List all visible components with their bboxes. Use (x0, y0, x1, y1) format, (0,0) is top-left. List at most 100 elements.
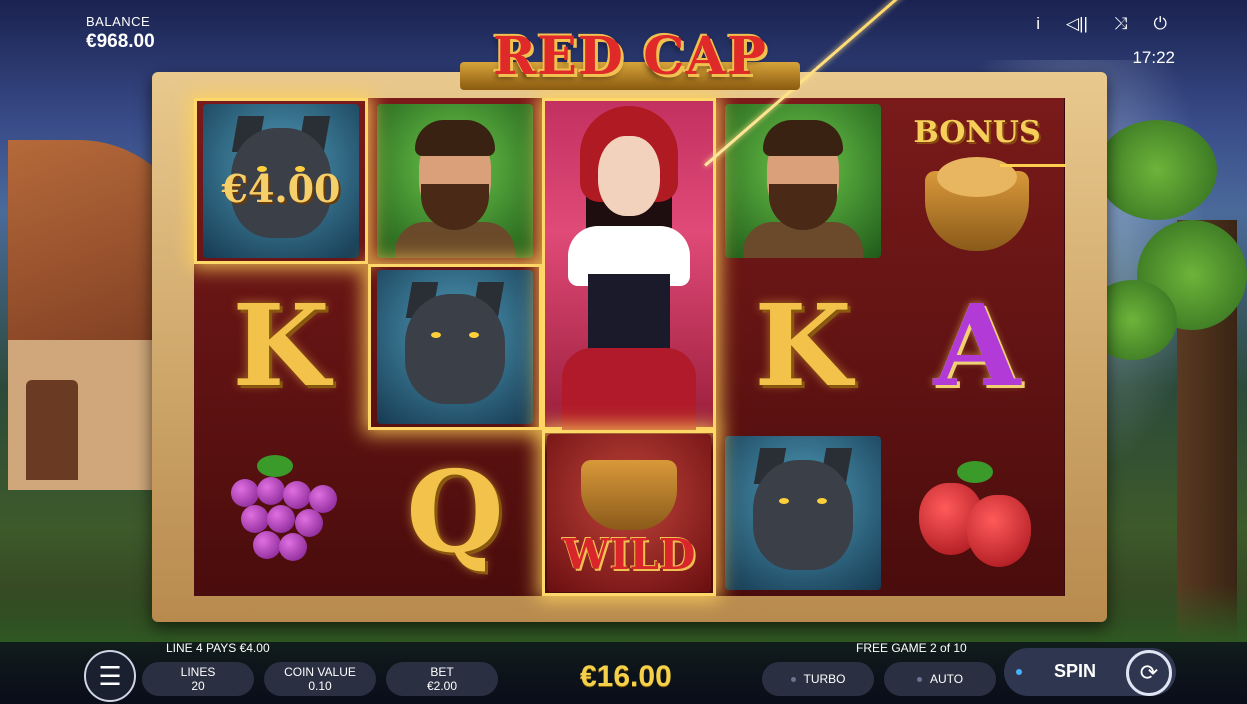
wild-basket (581, 460, 677, 530)
woodsman-hair (763, 120, 843, 156)
spin-label: SPIN (1054, 661, 1097, 681)
grape (231, 479, 259, 507)
game-stage: RED CAP BALANCE €968.00 i ◁|| ⤨ ⏻ 17:22 (0, 0, 1247, 704)
turbo-toggle[interactable]: TURBO (762, 662, 874, 696)
auto-label: AUTO (929, 672, 964, 686)
reel-4-symbol-wolf (716, 430, 890, 596)
reel-area: €4.00 K Q WILD K BONUS A (194, 98, 1065, 596)
reel-3-symbol-wild: WILD (542, 430, 716, 596)
k-symbol: K (754, 281, 852, 412)
grape (267, 505, 295, 533)
coin-value-label: COIN VALUE (284, 665, 356, 679)
wolf-symbol (377, 270, 533, 424)
bet-selector[interactable]: BET €2.00 (386, 662, 498, 696)
grape (241, 505, 269, 533)
woodsman-symbol (377, 104, 533, 258)
grape (257, 477, 285, 505)
grape-leaf (257, 455, 293, 477)
game-logo: RED CAP (460, 18, 800, 98)
hamburger-icon: ☰ (98, 660, 122, 691)
reel-1-symbol-wolf: €4.00 (194, 98, 368, 264)
reel-2-symbol-woodsman (368, 98, 542, 264)
turbo-label: TURBO (803, 672, 846, 686)
line-win-message: LINE 4 PAYS €4.00 (166, 641, 270, 655)
lines-selector[interactable]: LINES 20 (142, 662, 254, 696)
q-symbol: Q (406, 447, 504, 578)
k-symbol: K (232, 281, 330, 412)
info-icon[interactable]: i (1036, 14, 1040, 34)
grapes-symbol (211, 443, 351, 583)
auto-indicator (916, 676, 922, 682)
coin-value-value: 0.10 (308, 679, 332, 693)
strawberries-symbol (907, 443, 1047, 583)
reel-1-symbol-k: K (194, 264, 368, 430)
free-game-counter: FREE GAME 2 of 10 (856, 641, 967, 655)
grape (295, 509, 323, 537)
total-win: €16.00 (580, 660, 672, 693)
tree-foliage (1097, 120, 1217, 220)
coin-value-selector[interactable]: COIN VALUE 0.10 (264, 662, 376, 696)
cottage-door (26, 380, 78, 480)
bonus-label: BONUS (913, 115, 1041, 150)
spin-icon[interactable]: ⟳ (1126, 650, 1172, 696)
grape (253, 531, 281, 559)
bonus-bread (937, 157, 1017, 197)
reel-5: BONUS A (890, 98, 1065, 596)
reel-5-symbol-a: A (890, 264, 1064, 430)
wolf-eye (779, 498, 789, 504)
reel-2-symbol-wolf (368, 264, 542, 430)
woodsman-hair (415, 120, 495, 156)
wild-label: WILD (562, 530, 696, 579)
wolf-eye (817, 498, 827, 504)
symbol-win-amount: €4.00 (221, 166, 341, 211)
reel-5-symbol-bonus: BONUS (890, 98, 1064, 264)
background-tree (1087, 40, 1247, 680)
reel-2-symbol-q: Q (368, 430, 542, 596)
wolf-face (753, 460, 853, 570)
reel-2: Q (368, 98, 543, 596)
top-toolbar: i ◁|| ⤨ ⏻ (1036, 14, 1167, 34)
strawberry-leaf (957, 461, 993, 483)
girl-corset (588, 274, 670, 354)
lines-value: 20 (191, 679, 205, 693)
balance-value: €968.00 (86, 31, 155, 52)
balance-label: BALANCE (86, 14, 151, 29)
lines-label: LINES (180, 665, 216, 679)
wolf-face (405, 294, 505, 404)
reel-4-symbol-woodsman (716, 98, 890, 264)
wolf-eye (431, 332, 441, 338)
reel-1: €4.00 K (194, 98, 369, 596)
wild-symbol: WILD (547, 434, 711, 592)
logo-title: RED CAP (493, 26, 767, 87)
wolf-symbol: €4.00 (203, 104, 359, 258)
reel-4-symbol-k: K (716, 264, 890, 430)
a-symbol: A (933, 281, 1021, 412)
reel-frame: €4.00 K Q WILD K BONUS A (152, 72, 1107, 622)
clock: 17:22 (1132, 48, 1175, 67)
reel-1-symbol-grapes (194, 430, 368, 596)
fullscreen-icon[interactable]: ⤨ (1114, 14, 1128, 34)
spin-button[interactable]: SPIN ⟳ (1004, 648, 1176, 696)
auto-toggle[interactable]: AUTO (884, 662, 996, 696)
winning-payline-end (1000, 164, 1066, 167)
girl-skirt (562, 348, 696, 430)
girl-face (598, 136, 660, 216)
reel-5-symbol-strawberries (890, 430, 1064, 596)
wolf-eye (469, 332, 479, 338)
grape (279, 533, 307, 561)
balance-display: BALANCE €968.00 (86, 14, 155, 53)
power-icon[interactable]: ⏻ (1154, 14, 1167, 34)
strawberry (967, 495, 1031, 567)
red-cap-girl-symbol (542, 98, 716, 430)
bet-label: BET (430, 665, 454, 679)
menu-button[interactable]: ☰ (84, 650, 136, 702)
reel-4: K (716, 98, 891, 596)
wolf-symbol (725, 436, 881, 590)
spin-arrow: ⟳ (1139, 660, 1159, 685)
spin-indicator (1016, 669, 1022, 675)
reel-3: WILD (542, 98, 717, 596)
sound-icon[interactable]: ◁|| (1066, 14, 1088, 34)
bonus-symbol: BONUS (897, 101, 1057, 261)
bet-value: €2.00 (426, 679, 458, 693)
turbo-indicator (790, 676, 796, 682)
